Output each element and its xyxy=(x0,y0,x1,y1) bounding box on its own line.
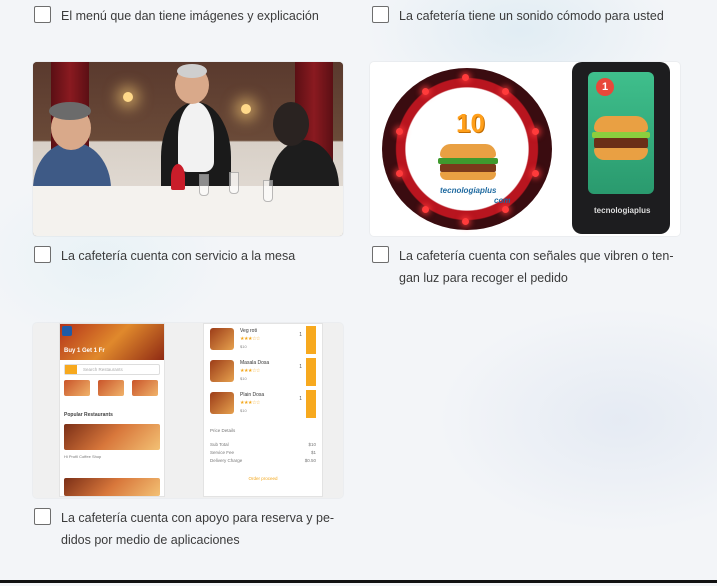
order-button: Order proceed xyxy=(248,476,278,481)
promo-text: Buy 1 Get 1 Fr xyxy=(64,348,105,354)
pager-number: 10 xyxy=(456,108,485,138)
price-label: Delivery Charge xyxy=(210,458,243,463)
checkbox[interactable] xyxy=(34,508,51,525)
pager-device: 1 tecnologiaplus xyxy=(572,62,670,234)
price-row: Delivery Charge $0.50 xyxy=(210,458,316,463)
option-table-service[interactable]: La cafetería cuenta con servicio a la me… xyxy=(34,245,295,267)
price-details-title: Price Details xyxy=(210,428,236,433)
app-search-placeholder: Search Restaurants xyxy=(83,367,123,372)
option-pager[interactable]: La cafetería cuenta con señales que vibr… xyxy=(372,245,674,289)
app-restaurant-name: Hi Profil Coffee Shop xyxy=(64,454,102,459)
option-label: La cafetería cuenta con servicio a la me… xyxy=(61,249,296,263)
cart-item-name: Plain Dosa xyxy=(240,392,265,398)
cart-item-price: $10 xyxy=(240,408,247,413)
cart-item-qty: 1 xyxy=(299,364,302,370)
bottom-divider xyxy=(0,580,717,583)
app-screen-cart: Veg roti ★★★☆☆ $10 1 Masala Dosa ★★★☆☆ $… xyxy=(203,323,323,497)
option-label-line1: La cafetería cuenta con señales que vibr… xyxy=(399,249,674,263)
app-image: Buy 1 Get 1 Fr Search Restaurants Popula… xyxy=(33,323,343,498)
price-value: $1 xyxy=(310,450,316,455)
cart-item-qty: 1 xyxy=(299,332,302,338)
option-label-line2: gan luz para recoger el pedido xyxy=(399,271,568,285)
option-label-line1: La cafetería cuenta con apoyo para reser… xyxy=(61,511,335,525)
price-label: Service Fee xyxy=(210,450,235,455)
checkbox[interactable] xyxy=(372,6,389,23)
option-label: La cafetería tiene un sonido cómodo para… xyxy=(399,9,664,23)
option-app-orders[interactable]: La cafetería cuenta con apoyo para reser… xyxy=(34,507,334,551)
checkbox[interactable] xyxy=(34,6,51,23)
cart-item-stars: ★★★☆☆ xyxy=(240,400,260,406)
app-search: Search Restaurants xyxy=(64,364,160,375)
option-sound[interactable]: La cafetería tiene un sonido cómodo para… xyxy=(372,5,664,27)
cart-item-qty: 1 xyxy=(299,396,302,402)
pager-image: 10 tecnologiaplus com 1 tecnologiaplus xyxy=(370,62,680,236)
option-label-line2: didos por medio de aplicaciones xyxy=(61,533,240,547)
option-label: La cafetería cuenta con apoyo para reser… xyxy=(61,507,334,551)
pager-brand: tecnologiaplus xyxy=(440,186,497,195)
checkbox[interactable] xyxy=(34,246,51,263)
table-service-image xyxy=(33,62,343,236)
cart-item-price: $10 xyxy=(240,376,247,381)
app-screen-home: Buy 1 Get 1 Fr Search Restaurants Popula… xyxy=(59,323,165,497)
price-row: Service Fee $1 xyxy=(210,450,316,455)
notification-badge: 1 xyxy=(596,78,614,96)
app-section-title: Popular Restaurants xyxy=(64,412,113,418)
option-label: El menú que dan tiene imágenes y explica… xyxy=(61,9,319,23)
cart-item-price: $10 xyxy=(240,344,247,349)
option-label: La cafetería cuenta con señales que vibr… xyxy=(399,245,674,289)
option-menu-images[interactable]: El menú que dan tiene imágenes y explica… xyxy=(34,5,319,27)
checkbox[interactable] xyxy=(372,246,389,263)
device-brand: tecnologiaplus xyxy=(594,206,651,215)
price-label: Sub Total xyxy=(210,442,229,447)
cart-item-name: Veg roti xyxy=(240,328,257,334)
price-value: $0.50 xyxy=(304,458,316,463)
cart-item-name: Masala Dosa xyxy=(240,360,270,366)
price-value: $10 xyxy=(308,442,316,447)
cart-item-stars: ★★★☆☆ xyxy=(240,368,260,374)
pager-brand-suffix: com xyxy=(494,196,511,205)
pager-disc: 10 tecnologiaplus com xyxy=(382,68,552,230)
cart-item-stars: ★★★☆☆ xyxy=(240,336,260,342)
price-row: Sub Total $10 xyxy=(210,442,316,447)
